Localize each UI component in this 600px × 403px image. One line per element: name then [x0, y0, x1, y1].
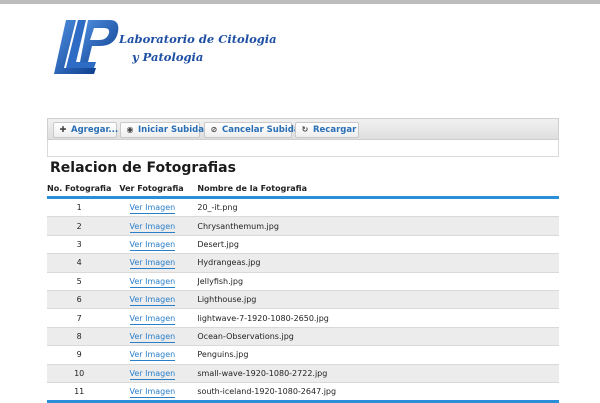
add-files-button[interactable]: ✚ Agregar...: [53, 122, 119, 138]
photo-name: 20_-it.png: [193, 197, 559, 218]
view-image-link[interactable]: Ver Imagen: [129, 221, 176, 233]
photo-number: 9: [47, 345, 112, 365]
logo-text-line2: y Patologia: [132, 50, 204, 64]
photo-name: south-iceland-1920-1080-2647.jpg: [193, 382, 559, 403]
view-image-link[interactable]: Ver Imagen: [129, 295, 176, 307]
add-files-label: Agregar...: [71, 125, 119, 135]
table-row: 5 Ver Imagen Jellyfish.jpg: [47, 272, 559, 291]
table-row: 2 Ver Imagen Chrysanthemum.jpg: [47, 216, 559, 236]
cancel-icon: ⊘: [210, 125, 218, 134]
page-title: Relacion de Fotografias: [50, 160, 236, 176]
header-view-photo: Ver Fotografia: [111, 180, 194, 199]
start-upload-button[interactable]: ◉ Iniciar Subida: [120, 122, 204, 138]
photo-number: 5: [47, 272, 112, 291]
photo-name: Desert.jpg: [193, 235, 559, 255]
photo-name: Lighthouse.jpg: [193, 290, 559, 310]
view-image-link[interactable]: Ver Imagen: [129, 203, 176, 215]
lab-logo: Laboratorio de Citologia y Patologia: [52, 16, 277, 78]
photo-number: 11: [47, 382, 112, 403]
photo-number: 3: [47, 235, 112, 255]
photo-number: 2: [47, 216, 112, 236]
photo-name: small-wave-1920-1080-2722.jpg: [193, 364, 559, 383]
view-image-link[interactable]: Ver Imagen: [129, 331, 176, 343]
view-image-link[interactable]: Ver Imagen: [129, 368, 176, 380]
photo-number: 8: [47, 327, 112, 347]
table-row: 9 Ver Imagen Penguins.jpg: [47, 345, 559, 365]
table-row: 10 Ver Imagen small-wave-1920-1080-2722.…: [47, 364, 559, 383]
top-border: [0, 0, 600, 4]
table-row: 4 Ver Imagen Hydrangeas.jpg: [47, 253, 559, 273]
logo-text-line1: Laboratorio de Citologia: [119, 32, 277, 46]
photo-name: lightwave-7-1920-1080-2650.jpg: [193, 308, 559, 328]
photo-name: Ocean-Observations.jpg: [193, 327, 559, 347]
upload-circle-icon: ◉: [126, 125, 134, 134]
photo-number: 7: [47, 308, 112, 328]
photo-number: 6: [47, 290, 112, 310]
photo-name: Penguins.jpg: [193, 345, 559, 365]
photo-number: 10: [47, 364, 112, 383]
table-row: 3 Ver Imagen Desert.jpg: [47, 235, 559, 255]
view-image-link[interactable]: Ver Imagen: [129, 350, 176, 362]
table-row: 11 Ver Imagen south-iceland-1920-1080-26…: [47, 382, 559, 403]
header-photo-name: Nombre de la Fotografia: [193, 180, 559, 199]
lcp-monogram-icon: [54, 20, 119, 74]
table-row: 1 Ver Imagen 20_-it.png: [47, 197, 559, 218]
plus-icon: ✚: [59, 125, 67, 134]
view-image-link[interactable]: Ver Imagen: [129, 387, 176, 399]
upload-drop-area[interactable]: [47, 140, 559, 157]
photo-name: Jellyfish.jpg: [193, 272, 559, 291]
reload-label: Recargar: [313, 125, 357, 135]
photo-name: Chrysanthemum.jpg: [193, 216, 559, 236]
cancel-upload-button[interactable]: ⊘ Cancelar Subida: [204, 122, 300, 138]
start-upload-label: Iniciar Subida: [138, 125, 204, 135]
view-image-link[interactable]: Ver Imagen: [129, 258, 176, 270]
table-row: 8 Ver Imagen Ocean-Observations.jpg: [47, 327, 559, 347]
photo-name: Hydrangeas.jpg: [193, 253, 559, 273]
header-photo-number: No. Fotografia: [47, 180, 112, 199]
photo-number: 1: [47, 197, 112, 218]
view-image-link[interactable]: Ver Imagen: [129, 313, 176, 325]
refresh-icon: ↻: [301, 125, 309, 134]
table-header-row: No. Fotografia Ver Fotografia Nombre de …: [47, 180, 559, 199]
upload-toolbar: ✚ Agregar... ◉ Iniciar Subida ⊘ Cancelar Su…: [47, 118, 559, 140]
cancel-upload-label: Cancelar Subida: [222, 125, 300, 135]
photo-number: 4: [47, 253, 112, 273]
view-image-link[interactable]: Ver Imagen: [129, 239, 176, 251]
table-row: 7 Ver Imagen lightwave-7-1920-1080-2650.…: [47, 308, 559, 328]
table-row: 6 Ver Imagen Lighthouse.jpg: [47, 290, 559, 310]
photos-table: No. Fotografia Ver Fotografia Nombre de …: [47, 180, 559, 403]
view-image-link[interactable]: Ver Imagen: [129, 276, 176, 288]
reload-button[interactable]: ↻ Recargar: [295, 122, 359, 138]
